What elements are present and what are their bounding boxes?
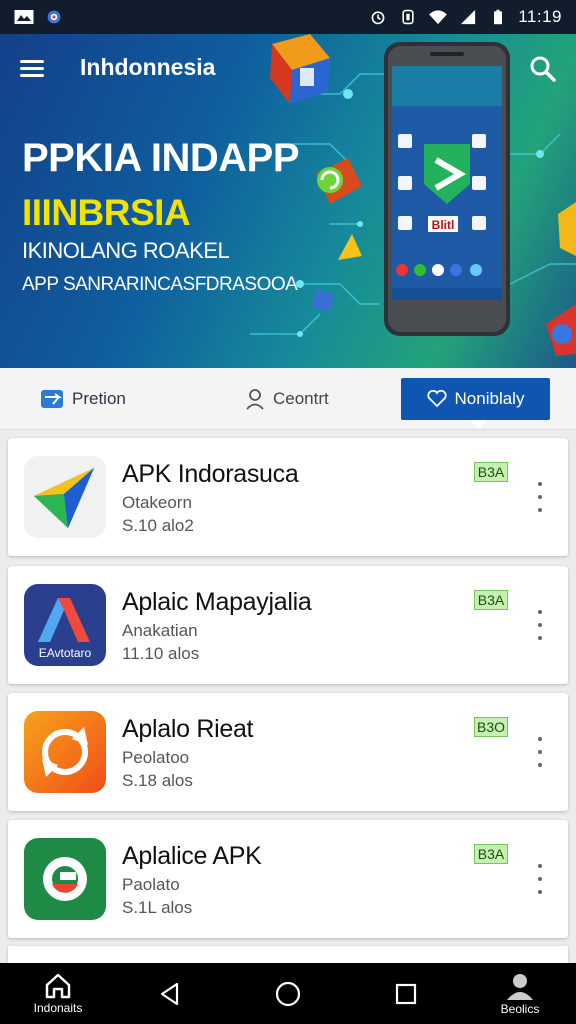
- app-developer: Peolatoo: [122, 748, 190, 767]
- phone-banner-text: Blitl: [432, 218, 455, 232]
- more-options-icon[interactable]: [530, 610, 550, 640]
- wifi-icon: [429, 10, 448, 25]
- app-list-item[interactable]: Aplalice APK Paolato S.1L alos B3A: [8, 820, 568, 938]
- profile-icon: [507, 973, 533, 1000]
- clock: 11:19: [518, 7, 562, 26]
- battery-icon: [494, 9, 503, 25]
- hero-subtitle: IIINBRSIA: [22, 192, 191, 233]
- app-size: S.18 alos: [122, 771, 193, 790]
- app-icon-caption: EAvtotaro: [38, 646, 92, 660]
- hero-banner: Blitl Inhdonnesia PPKIA INDAPP IIINBRSIA…: [0, 34, 576, 368]
- app-list-item[interactable]: Aplalo Rieat Peolatoo S.18 alos B3O: [8, 693, 568, 811]
- nav-back[interactable]: [150, 963, 190, 1024]
- navigation-bar: Indonaits Beolics: [0, 963, 576, 1024]
- menu-button[interactable]: [20, 56, 50, 82]
- app-developer: Anakatian: [122, 621, 198, 640]
- user-icon: [246, 389, 264, 410]
- refresh-icon: [24, 711, 106, 793]
- tab-label: Noniblaly: [454, 389, 525, 408]
- tab-ceontrt[interactable]: Ceontrt: [245, 378, 329, 420]
- gallery-notification-icon: [14, 10, 34, 24]
- hero-tagline-2: APP SANRARINCASFDRASOOA: [22, 274, 298, 295]
- browser-notification-icon: [47, 10, 61, 24]
- nav-recents[interactable]: [386, 963, 426, 1024]
- app-size: S.10 alo2: [122, 516, 194, 535]
- app-developer: Otakeorn: [122, 493, 192, 512]
- active-tab-pointer: [470, 420, 488, 429]
- floating-refresh-icon: [316, 158, 362, 204]
- more-options-icon[interactable]: [530, 482, 550, 512]
- app-size: S.1L alos: [122, 898, 193, 917]
- data-saver-icon: [402, 9, 414, 25]
- app-list-item[interactable]: EAvtotaro Aplaic Mapayjalia Anakatian 11…: [8, 566, 568, 684]
- status-bar: 11:19: [0, 0, 576, 34]
- app-badge: B3A: [474, 844, 508, 864]
- hero-tagline-1: IKINOLANG ROAKEL: [22, 238, 230, 263]
- alarm-icon: [371, 11, 385, 25]
- search-icon[interactable]: [528, 54, 558, 84]
- more-options-icon[interactable]: [530, 737, 550, 767]
- nav-home[interactable]: Indonaits: [26, 963, 90, 1024]
- app-developer: Paolato: [122, 875, 180, 894]
- nav-home-button[interactable]: [268, 963, 308, 1024]
- app-name: Aplalo Rieat: [122, 715, 254, 743]
- app-bar: Inhdonnesia: [0, 34, 576, 102]
- tab-pretion[interactable]: Pretion: [40, 378, 126, 420]
- letter-a-icon: EAvtotaro: [24, 584, 106, 666]
- app-badge: B3A: [474, 590, 508, 610]
- app-badge: B3O: [474, 717, 508, 737]
- nav-profile-label: Beolics: [500, 1001, 540, 1016]
- back-icon: [160, 982, 179, 1005]
- app-name: Aplaic Mapayjalia: [122, 588, 312, 616]
- tab-label: Ceontrt: [273, 389, 329, 408]
- app-title: Inhdonnesia: [80, 54, 216, 80]
- app-list-item[interactable]: APK Indorasuca Otakeorn S.10 alo2 B3A: [8, 438, 568, 556]
- nav-profile[interactable]: Beolics: [490, 963, 550, 1024]
- tab-noniblaly[interactable]: Noniblaly: [401, 378, 550, 420]
- app-badge: B3A: [474, 462, 508, 482]
- sync-icon: [24, 838, 106, 920]
- heart-icon: [426, 390, 447, 408]
- menu-icon: [20, 60, 44, 63]
- recents-icon: [395, 983, 417, 1004]
- nav-home-label: Indonaits: [33, 1000, 83, 1015]
- circle-home-icon: [275, 981, 301, 1006]
- app-name: APK Indorasuca: [122, 460, 299, 488]
- more-options-icon[interactable]: [530, 864, 550, 894]
- tab-label: Pretion: [72, 389, 126, 408]
- tab-bar: Pretion Ceontrt Noniblaly: [0, 368, 576, 430]
- signal-icon: [461, 9, 476, 25]
- hero-title: PPKIA INDAPP: [22, 136, 300, 180]
- plane-icon: [41, 390, 63, 408]
- compass-icon: [24, 456, 106, 538]
- app-name: Aplalice APK: [122, 842, 262, 870]
- app-size: 11.10 alos: [122, 644, 200, 663]
- home-icon: [45, 973, 71, 998]
